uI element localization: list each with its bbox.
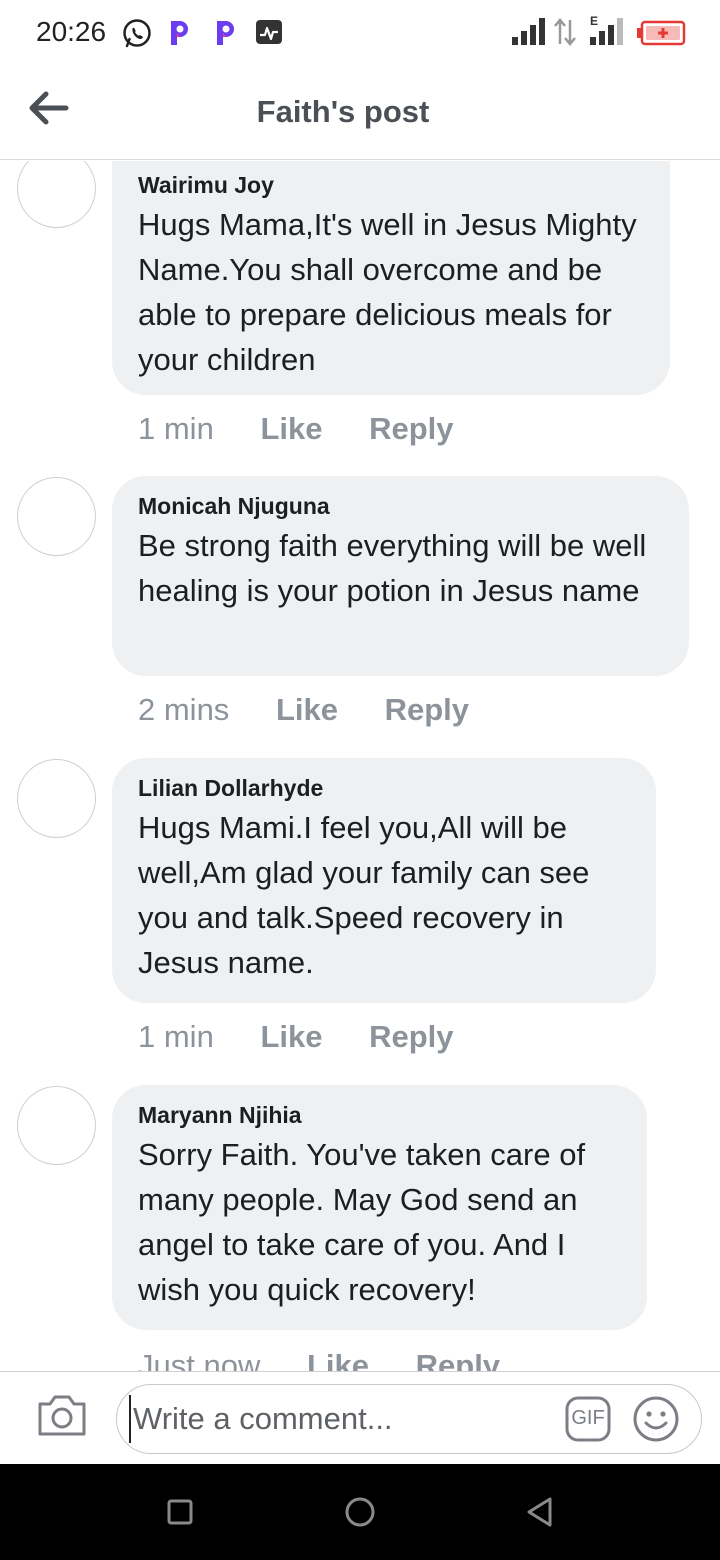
battery-low-icon <box>637 20 686 46</box>
like-button[interactable]: Like <box>260 1019 322 1055</box>
signal-icon <box>512 18 545 45</box>
comment-text: Hugs Mami.I feel you,All will be well,Am… <box>138 810 590 980</box>
gif-button[interactable]: GIF <box>563 1395 613 1443</box>
comment-time: Just now <box>138 1348 261 1371</box>
comment-time: 1 min <box>138 411 214 446</box>
avatar[interactable] <box>17 759 96 838</box>
comment-input[interactable] <box>129 1395 549 1443</box>
like-button[interactable]: Like <box>307 1348 369 1371</box>
comment-composer: GIF <box>0 1371 720 1464</box>
signal-e-icon <box>590 18 623 45</box>
comment-author[interactable]: Lilian Dollarhyde <box>138 774 630 802</box>
comment-bubble[interactable]: Wairimu Joy Hugs Mama,It's well in Jesus… <box>112 161 670 395</box>
like-button[interactable]: Like <box>276 692 338 728</box>
like-button[interactable]: Like <box>260 411 322 447</box>
whatsapp-icon <box>123 19 151 48</box>
square-recents-icon[interactable] <box>160 1492 200 1532</box>
comment-author[interactable]: Monicah Njuguna <box>138 492 663 520</box>
gif-label: GIF <box>571 1407 605 1429</box>
comment-time: 2 mins <box>138 692 230 727</box>
camera-icon[interactable] <box>36 1392 88 1438</box>
comment-actions: 1 min Like Reply <box>138 1019 454 1055</box>
status-bar: 20:26 E <box>0 0 720 66</box>
comment-author[interactable]: Maryann Njihia <box>138 1101 621 1129</box>
comment-author[interactable]: Wairimu Joy <box>138 171 644 199</box>
p-app-icon <box>217 21 234 45</box>
status-time: 20:26 <box>36 16 107 47</box>
comment-actions: 1 min Like Reply <box>138 411 454 447</box>
page-title: Faith's post <box>256 94 430 129</box>
reply-button[interactable]: Reply <box>369 1019 453 1055</box>
system-nav-bar <box>0 1464 720 1560</box>
smiley-icon[interactable] <box>631 1394 681 1444</box>
avatar[interactable] <box>17 161 96 228</box>
comment-text: Sorry Faith. You've taken care of many p… <box>138 1137 586 1307</box>
reply-button[interactable]: Reply <box>385 692 469 728</box>
comments-list[interactable]: Wairimu Joy Hugs Mama,It's well in Jesus… <box>0 161 720 1371</box>
comment-bubble[interactable]: Maryann Njihia Sorry Faith. You've taken… <box>112 1085 647 1330</box>
comment-time: 1 min <box>138 1019 214 1054</box>
avatar[interactable] <box>17 477 96 556</box>
comment-actions: 2 mins Like Reply <box>138 692 469 728</box>
comment-text: Hugs Mama,It's well in Jesus Mighty Name… <box>138 207 637 377</box>
reply-button[interactable]: Reply <box>369 411 453 447</box>
circle-home-icon[interactable] <box>340 1492 380 1532</box>
activity-icon <box>256 20 282 44</box>
comment-bubble[interactable]: Monicah Njuguna Be strong faith everythi… <box>112 476 689 676</box>
reply-button[interactable]: Reply <box>416 1348 500 1371</box>
p-app-icon <box>171 21 188 45</box>
comment-text: Be strong faith everything will be well … <box>138 528 647 608</box>
avatar[interactable] <box>17 1086 96 1165</box>
comment-bubble[interactable]: Lilian Dollarhyde Hugs Mami.I feel you,A… <box>112 758 656 1003</box>
comment-actions: Just now Like Reply <box>138 1348 500 1371</box>
comment-input-box[interactable]: GIF <box>116 1384 702 1454</box>
triangle-back-icon[interactable] <box>520 1492 560 1532</box>
data-arrows-icon <box>554 18 576 46</box>
post-header: Faith's post <box>0 66 720 160</box>
